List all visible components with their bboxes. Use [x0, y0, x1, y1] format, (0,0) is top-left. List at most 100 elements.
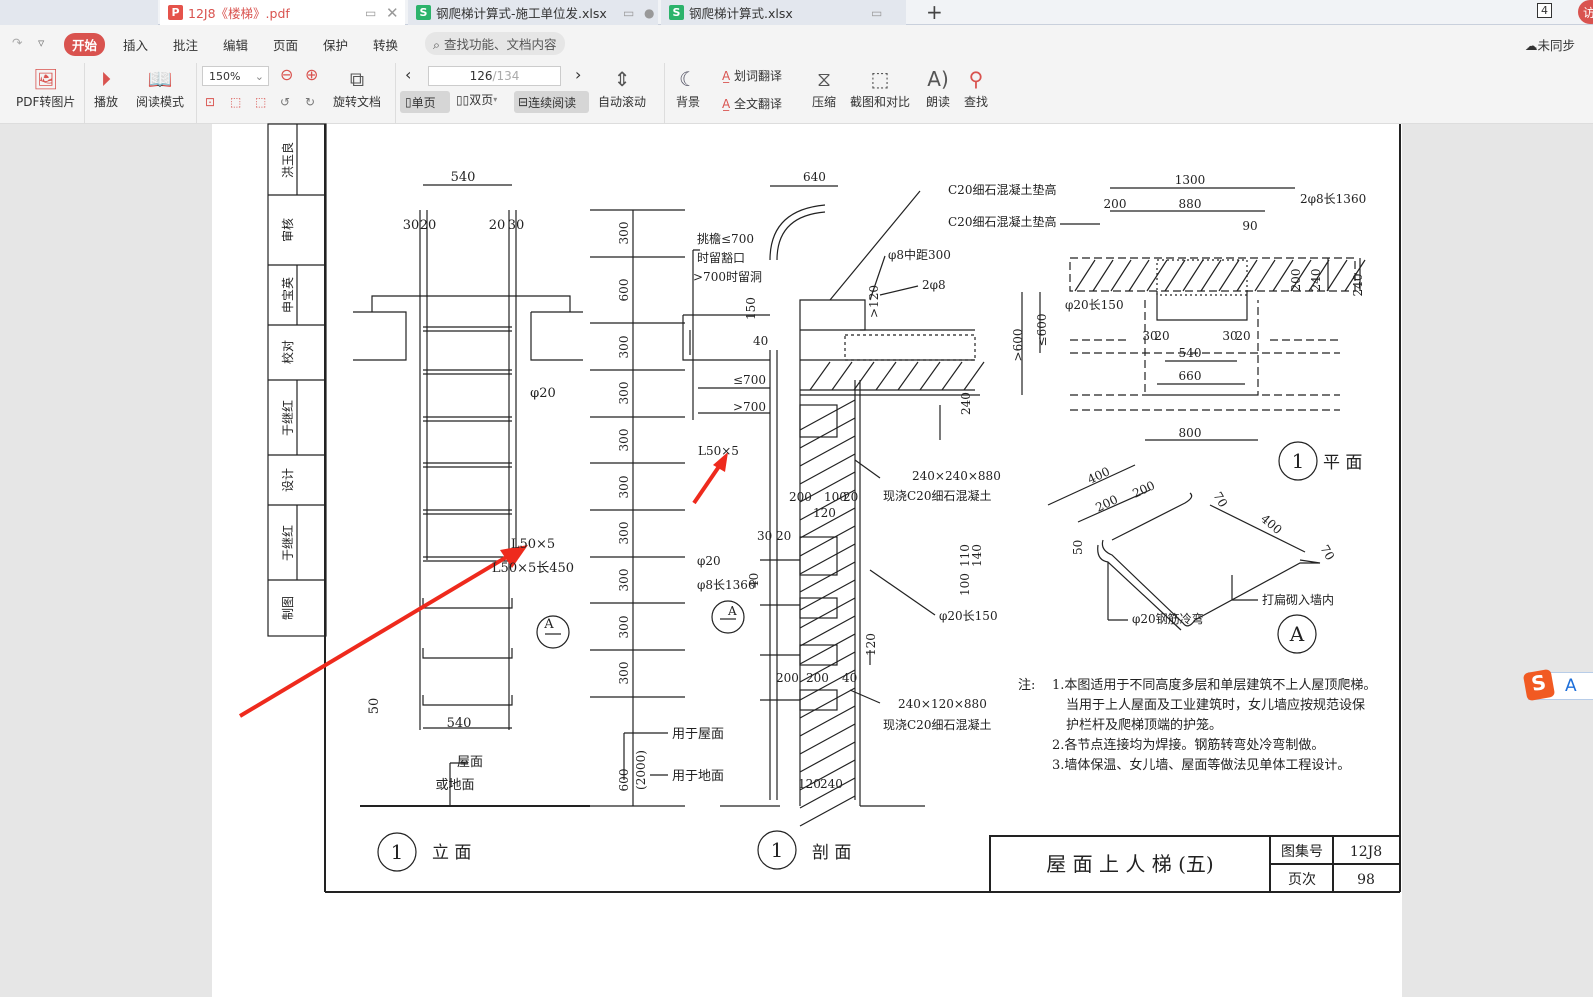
drawing-label: 30 — [508, 218, 525, 233]
drawing-label: 20 — [489, 218, 506, 233]
note-line: 护栏杆及爬梯顶端的护笼。 — [1066, 717, 1222, 733]
drawing-label: 600 — [617, 279, 631, 302]
drawing-label: 200 — [806, 671, 829, 685]
drawing-label: 200 — [1130, 478, 1157, 500]
drawing-label: 40 — [753, 334, 768, 348]
drawing-label: 240 — [959, 392, 973, 415]
drawing-label: >120 — [867, 285, 881, 318]
signature-label: 设计 — [281, 468, 295, 492]
note-line: 1.本图适用于不同高度多层和单层建筑不上人屋顶爬梯。 — [1052, 677, 1376, 693]
drawing-label: 2φ8长1360 — [1300, 192, 1366, 206]
note-line: 2.各节点连接均为焊接。钢筋转弯处冷弯制做。 — [1052, 737, 1324, 753]
drawing-label: 页次 — [1288, 872, 1316, 888]
drawing-label: 240×120×880 — [898, 697, 987, 711]
drawing-label: 200 — [1093, 492, 1120, 514]
drawing-label: 200 — [789, 490, 812, 504]
drawing-label: C20细石混凝土垫高 — [948, 182, 1056, 197]
drawing-label: 现浇C20细石混凝土 — [883, 488, 991, 503]
drawing-label: φ20 — [530, 386, 556, 401]
drawing-label: 1 — [1292, 449, 1305, 473]
drawing-label: C20细石混凝土垫高 — [948, 214, 1056, 229]
drawing-label: 50 — [1071, 540, 1085, 555]
signature-label: 于继红 — [280, 400, 295, 436]
drawing-label: 240 — [1309, 269, 1323, 292]
drawing-label: 150 — [744, 297, 758, 320]
drawing-label: 240×240×880 — [912, 469, 1001, 483]
drawing-label: 300 — [617, 616, 631, 639]
drawing-label: 300 — [617, 476, 631, 499]
drawing-label: ≤700 — [733, 373, 766, 387]
drawing-label: 540 — [447, 716, 472, 731]
drawing-label: 240 — [1351, 274, 1365, 297]
drawing-label: 20 — [776, 529, 791, 543]
drawing-label: 1300 — [1175, 173, 1206, 187]
drawing-label: 400 — [1258, 512, 1285, 537]
drawing-label: L50×5长450 — [492, 561, 574, 576]
drawing-label: 20 — [420, 218, 437, 233]
drawing-label: 200 — [1104, 197, 1127, 211]
annotation-arrows — [238, 452, 728, 718]
drawing-label: 30 — [757, 529, 772, 543]
drawing-label: 挑檐≤700 — [697, 232, 754, 246]
drawing-label: 540 — [451, 170, 476, 185]
signature-label: 洪玉良 — [280, 142, 295, 178]
note-line: 3.墙体保温、女儿墙、屋面等做法见单体工程设计。 — [1052, 757, 1350, 773]
drawing-label: L50×5 — [698, 444, 739, 458]
drawing-label: 1 — [391, 840, 404, 864]
ime-toolbar[interactable]: S A — [1522, 668, 1593, 702]
drawing-label: 300 — [617, 222, 631, 245]
drawing-label: φ8中距300 — [888, 247, 951, 262]
drawing-label: 300 — [617, 429, 631, 452]
drawing-label: 40 — [842, 671, 857, 685]
signature-label: 制图 — [281, 596, 295, 620]
note-line: 当用于上人屋面及工业建筑时，女儿墙应按规范设保 — [1066, 697, 1365, 713]
drawing-label: φ20长150 — [1065, 298, 1124, 312]
signature-label: 审核 — [280, 218, 295, 242]
drawing-label: >700 — [733, 400, 766, 414]
drawing-label: 300 — [617, 569, 631, 592]
drawing-label: 20 — [843, 490, 858, 504]
elevation-title: 立 面 — [432, 843, 471, 863]
drawing-label: 20 — [1154, 329, 1169, 343]
drawing-label: 图集号 — [1281, 843, 1323, 860]
drawing-label: 660 — [1179, 369, 1202, 383]
drawing-label: 800 — [1179, 426, 1202, 440]
sogou-logo-icon: S — [1522, 668, 1556, 702]
drawing-label: 50 — [367, 698, 382, 715]
drawing-label: 现浇C20细石混凝土 — [883, 717, 991, 732]
red-arrow — [692, 463, 722, 505]
drawing-label: A — [543, 617, 554, 632]
plan-title: 平 面 — [1323, 453, 1362, 473]
drawing-label: ≤600 — [1035, 314, 1049, 347]
drawing-label: 140 — [970, 544, 984, 567]
drawing-label: 120 — [798, 777, 821, 791]
drawing-label: 240 — [820, 777, 843, 791]
drawing-label: 1 — [771, 838, 784, 862]
drawing-label: 300 — [617, 662, 631, 685]
drawing-label: 屋面 — [457, 755, 483, 770]
drawing-label: φ20 — [697, 554, 721, 568]
signature-label: 申宝英 — [281, 277, 295, 313]
signature-label: 校对 — [280, 340, 295, 364]
drawing-label: >600 — [1011, 329, 1025, 362]
drawing-label: 120 — [813, 506, 836, 520]
drawing-label: 70 — [1317, 543, 1337, 563]
ime-mode-label: A — [1565, 676, 1577, 696]
drawing-label: 100 — [958, 573, 972, 596]
drawing-label: 打扁砌入墙内 — [1262, 593, 1334, 607]
drawing-label: 600 — [617, 769, 631, 792]
drawing-label: 40 — [747, 573, 761, 588]
drawing-label: 400 — [1085, 464, 1112, 486]
drawing-label: 120 — [864, 633, 878, 656]
detail-a-marker: A — [1289, 622, 1305, 646]
section-title: 剖 面 — [812, 843, 851, 863]
drawing-label: 300 — [617, 382, 631, 405]
drawing-label: 或地面 — [435, 778, 474, 793]
drawing-label: 用于屋面 — [672, 727, 724, 742]
drawing-label: 640 — [803, 170, 826, 184]
drawing-label: φ20长150 — [939, 609, 998, 623]
drawing-label: 用于地面 — [672, 769, 724, 784]
drawing-label: 200 — [776, 671, 799, 685]
drawing-label: A — [727, 604, 737, 618]
signature-label: 于继红 — [280, 525, 295, 561]
